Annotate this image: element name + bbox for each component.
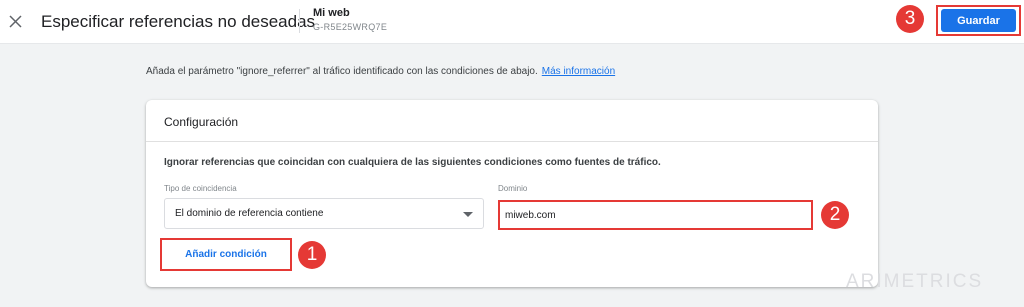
domain-label: Dominio <box>498 184 528 193</box>
learn-more-link[interactable]: Más información <box>542 66 615 77</box>
step-3-badge: 3 <box>896 5 924 33</box>
domain-input[interactable] <box>502 204 809 226</box>
property-id: G-R5E25WRQ7E <box>313 22 388 32</box>
top-bar: Especificar referencias no deseadas Mi w… <box>0 0 1024 44</box>
step-2-badge: 2 <box>821 201 849 229</box>
card-description: Ignorar referencias que coincidan con cu… <box>164 157 661 168</box>
match-type-label: Tipo de coincidencia <box>164 184 237 193</box>
save-button[interactable]: Guardar <box>941 9 1016 32</box>
step-1-badge: 1 <box>298 241 326 269</box>
match-type-select[interactable]: El dominio de referencia contiene <box>164 198 484 229</box>
caret-down-icon <box>463 212 473 217</box>
match-type-value: El dominio de referencia contiene <box>175 208 324 219</box>
card-title: Configuración <box>164 115 239 129</box>
property-name: Mi web <box>313 7 350 19</box>
card-divider <box>146 141 878 142</box>
close-icon[interactable] <box>4 8 26 34</box>
watermark-logo: ARIMETRICS <box>846 271 984 292</box>
configuration-card: Configuración Ignorar referencias que co… <box>146 100 878 287</box>
intro-description: Añada el parámetro "ignore_referrer" al … <box>146 66 538 77</box>
header-divider <box>299 9 300 33</box>
page-title: Especificar referencias no deseadas <box>41 12 316 31</box>
intro-text: Añada el parámetro "ignore_referrer" al … <box>146 66 615 77</box>
add-condition-button[interactable]: Añadir condición <box>166 243 286 265</box>
